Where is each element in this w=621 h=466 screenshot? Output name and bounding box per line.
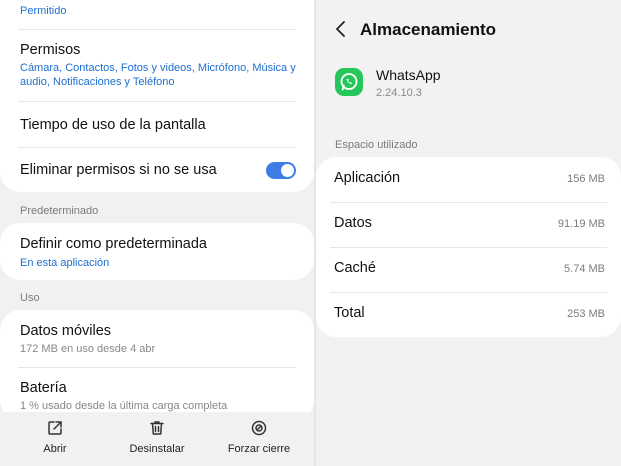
back-button[interactable] bbox=[334, 20, 348, 43]
force-stop-label: Forzar cierre bbox=[227, 443, 291, 455]
set-default-item[interactable]: Definir como predeterminada En esta apli… bbox=[20, 236, 296, 270]
storage-value: 5.74 MB bbox=[564, 263, 605, 275]
open-button[interactable]: Abrir bbox=[5, 419, 105, 455]
permissions-detail: Cámara, Contactos, Fotos y videos, Micró… bbox=[20, 62, 296, 88]
battery-item[interactable]: Batería 1 % usado desde la última carga … bbox=[20, 380, 296, 412]
default-card: Definir como predeterminada En esta apli… bbox=[0, 223, 314, 280]
whatsapp-app-icon bbox=[335, 68, 363, 96]
storage-row-data: Datos 91.19 MB bbox=[334, 202, 605, 247]
mobile-data-title: Datos móviles bbox=[20, 323, 112, 339]
whatsapp-icon bbox=[340, 73, 358, 91]
storage-row-total: Total 253 MB bbox=[334, 292, 605, 337]
storage-pane: Almacenamiento WhatsApp 2.24.10.3 Espaci… bbox=[316, 0, 621, 466]
storage-card: Aplicación 156 MB Datos 91.19 MB Caché 5… bbox=[316, 157, 621, 337]
permitido-status: Permitido bbox=[20, 5, 67, 17]
permissions-item[interactable]: Permisos Cámara, Contactos, Fotos y vide… bbox=[20, 42, 296, 89]
page-title: Almacenamiento bbox=[360, 20, 497, 39]
permissions-card: Permitido Permisos Cámara, Contactos, Fo… bbox=[0, 0, 314, 192]
app-version: 2.24.10.3 bbox=[376, 87, 422, 99]
divider bbox=[18, 29, 296, 30]
section-header-space-used: Espacio utilizado bbox=[335, 139, 418, 151]
uninstall-button[interactable]: Desinstalar bbox=[107, 419, 207, 455]
set-default-detail: En esta aplicación bbox=[20, 257, 110, 269]
storage-value: 91.19 MB bbox=[557, 218, 605, 230]
storage-label: Datos bbox=[334, 215, 372, 231]
mobile-data-detail: 172 MB en uso desde 4 abr bbox=[20, 343, 156, 355]
mobile-data-item[interactable]: Datos móviles 172 MB en uso desde 4 abr bbox=[20, 323, 296, 355]
chevron-left-icon bbox=[336, 21, 345, 37]
divider bbox=[18, 367, 296, 368]
storage-label: Total bbox=[334, 305, 365, 321]
divider bbox=[18, 101, 296, 102]
screen-time-item[interactable]: Tiempo de uso de la pantalla bbox=[20, 117, 296, 133]
storage-row-cache: Caché 5.74 MB bbox=[334, 247, 605, 292]
open-external-icon bbox=[48, 421, 62, 435]
remove-permissions-label: Eliminar permisos si no se usa bbox=[20, 162, 217, 178]
uninstall-label: Desinstalar bbox=[129, 443, 185, 455]
remove-permissions-toggle[interactable] bbox=[266, 162, 296, 179]
storage-value: 253 MB bbox=[567, 308, 605, 320]
storage-label: Aplicación bbox=[334, 170, 401, 186]
battery-detail: 1 % usado desde la última carga completa bbox=[20, 400, 228, 412]
force-stop-button[interactable]: Forzar cierre bbox=[209, 419, 309, 455]
storage-row-app: Aplicación 156 MB bbox=[334, 157, 605, 202]
usage-card: Datos móviles 172 MB en uso desde 4 abr … bbox=[0, 310, 314, 420]
trash-icon bbox=[150, 421, 164, 435]
battery-title: Batería bbox=[20, 380, 67, 396]
storage-value: 156 MB bbox=[567, 173, 605, 185]
section-header-usage: Uso bbox=[20, 292, 40, 304]
set-default-title: Definir como predeterminada bbox=[20, 236, 207, 252]
block-icon bbox=[251, 420, 267, 436]
open-label: Abrir bbox=[43, 443, 67, 455]
bottom-action-bar: Abrir Desinstalar Forzar cierre bbox=[0, 412, 314, 466]
storage-label: Caché bbox=[334, 260, 376, 276]
divider bbox=[18, 147, 296, 148]
app-name: WhatsApp bbox=[376, 67, 441, 83]
app-info-pane: Permitido Permisos Cámara, Contactos, Fo… bbox=[0, 0, 314, 466]
section-header-default: Predeterminado bbox=[20, 205, 99, 217]
permissions-title: Permisos bbox=[20, 42, 81, 58]
